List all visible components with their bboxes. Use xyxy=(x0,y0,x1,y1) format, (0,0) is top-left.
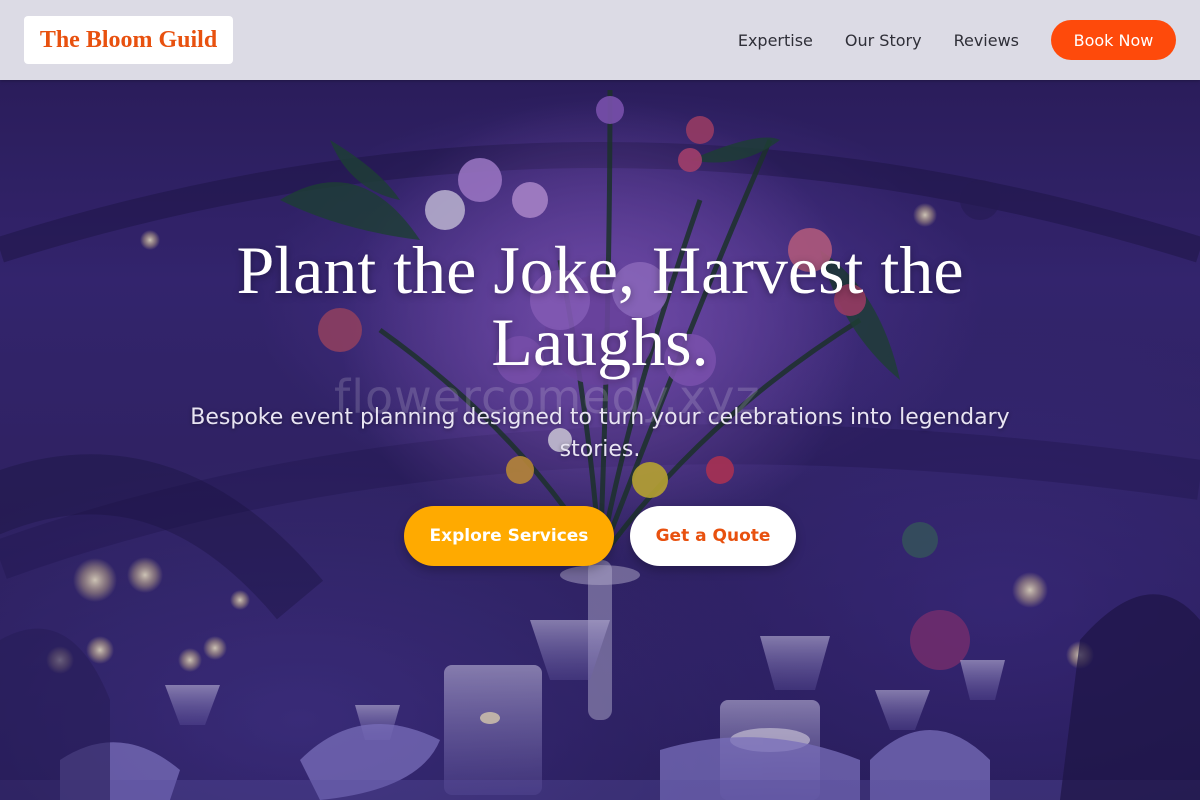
main-nav: Expertise Our Story Reviews Book Now xyxy=(738,0,1176,80)
hero-cta-group: Explore Services Get a Quote xyxy=(0,506,1200,566)
nav-link-our-story[interactable]: Our Story xyxy=(845,31,922,50)
get-quote-button[interactable]: Get a Quote xyxy=(630,506,796,566)
hero-section: flowercomedy.xyz Plant the Joke, Harvest… xyxy=(0,0,1200,800)
hero-title: Plant the Joke, Harvest the Laughs. xyxy=(236,232,964,380)
hero-subtitle: Bespoke event planning designed to turn … xyxy=(190,405,1010,462)
nav-link-reviews[interactable]: Reviews xyxy=(954,31,1019,50)
explore-services-button[interactable]: Explore Services xyxy=(404,506,614,566)
site-header: The Bloom Guild Expertise Our Story Revi… xyxy=(0,0,1200,80)
nav-link-expertise[interactable]: Expertise xyxy=(738,31,813,50)
site-logo[interactable]: The Bloom Guild xyxy=(24,16,233,64)
book-now-button[interactable]: Book Now xyxy=(1051,20,1176,60)
